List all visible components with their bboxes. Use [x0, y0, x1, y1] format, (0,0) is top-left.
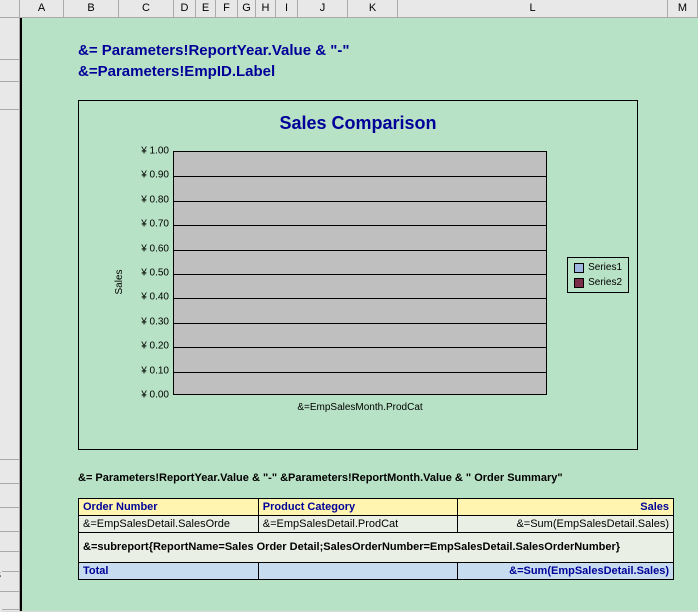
col-header-product-category[interactable]: Product Category [258, 499, 458, 516]
chart-gridline [174, 250, 546, 251]
row-header[interactable] [0, 552, 19, 572]
legend-entry: Series2 [574, 277, 622, 288]
legend-swatch-icon [574, 278, 584, 288]
row-headers [0, 18, 20, 611]
chart-title: Sales Comparison [79, 101, 637, 142]
chart-y-axis-label: Sales [114, 269, 125, 294]
row-header[interactable] [0, 460, 19, 484]
row-header[interactable] [0, 592, 19, 610]
chart-y-tick-label: ¥ 0.30 [125, 316, 169, 327]
column-header[interactable]: J [298, 0, 348, 17]
spreadsheet-frame: ABCDEFGHIJKLM &= Parameters!ReportYear.V… [0, 0, 698, 611]
chart-gridline [174, 274, 546, 275]
column-header[interactable]: M [668, 0, 698, 17]
row-header[interactable] [0, 572, 19, 592]
sheet-canvas[interactable]: &= Parameters!ReportYear.Value & "-" &=P… [20, 18, 698, 611]
column-header[interactable]: D [174, 0, 196, 17]
table-total-row[interactable]: Total &=Sum(EmpSalesDetail.Sales) [79, 563, 674, 580]
column-header[interactable]: G [238, 0, 256, 17]
legend-entry: Series1 [574, 262, 622, 273]
row-header[interactable] [0, 532, 19, 552]
cell-subreport-expr[interactable]: &=subreport{ReportName=Sales Order Detai… [79, 533, 674, 563]
report-title-line-1: &= Parameters!ReportYear.Value & "-" [78, 42, 698, 59]
column-header[interactable]: A [20, 0, 64, 17]
column-headers: ABCDEFGHIJKLM [20, 0, 698, 18]
chart-y-tick-label: ¥ 1.00 [125, 146, 169, 157]
chart-gridline [174, 298, 546, 299]
chart-plot-area [173, 151, 547, 395]
chart-body: Sales ¥ 1.00¥ 0.90¥ 0.80¥ 0.70¥ 0.60¥ 0.… [101, 151, 547, 413]
row-header[interactable] [0, 60, 19, 82]
table-row[interactable]: &=EmpSalesDetail.SalesOrde &=EmpSalesDet… [79, 516, 674, 533]
column-header[interactable]: F [216, 0, 238, 17]
row-header[interactable] [0, 110, 19, 460]
row-header[interactable] [0, 18, 19, 60]
chart-y-tick-label: ¥ 0.70 [125, 219, 169, 230]
col-header-sales[interactable]: Sales [458, 499, 674, 516]
chart-y-tick-label: ¥ 0.60 [125, 243, 169, 254]
chart-y-tick-label: ¥ 0.10 [125, 365, 169, 376]
row-header[interactable] [0, 508, 19, 532]
cell-total-label[interactable]: Total [79, 563, 259, 580]
column-header[interactable]: C [119, 0, 174, 17]
chart-gridline [174, 372, 546, 373]
chart-container[interactable]: Sales Comparison Sales ¥ 1.00 ¥ 0.90 ¥ 0.8… [78, 100, 638, 450]
chart-gridline [174, 323, 546, 324]
chart-legend: Series1 Series2 [567, 257, 629, 293]
cell-sales[interactable]: &=Sum(EmpSalesDetail.Sales) [458, 516, 674, 533]
column-header[interactable]: L [398, 0, 668, 17]
chart-gridline [174, 347, 546, 348]
chart-gridline [174, 176, 546, 177]
row-header[interactable] [0, 484, 19, 508]
row-header[interactable] [0, 82, 19, 110]
select-all-corner[interactable] [0, 0, 20, 18]
report-page: &= Parameters!ReportYear.Value & "-" &=P… [20, 18, 698, 611]
legend-label: Series2 [588, 277, 622, 288]
cell-total-blank[interactable] [258, 563, 458, 580]
chart-gridline [174, 201, 546, 202]
legend-label: Series1 [588, 262, 622, 273]
summary-expression: &= Parameters!ReportYear.Value & "-" &Pa… [78, 472, 698, 484]
row-label-group: ##group{S [0, 570, 2, 580]
report-table: Order Number Product Category Sales &=Em… [78, 498, 674, 580]
report-title-line-2: &=Parameters!EmpID.Label [78, 63, 698, 80]
chart-y-tick-label: ¥ 0.80 [125, 194, 169, 205]
chart-y-tick-label: ¥ 0.20 [125, 341, 169, 352]
cell-product-category[interactable]: &=EmpSalesDetail.ProdCat [258, 516, 458, 533]
chart-y-tick-label: ¥ 0.00 [125, 390, 169, 401]
table-header-row: Order Number Product Category Sales [79, 499, 674, 516]
chart-x-axis-label: &=EmpSalesMonth.ProdCat [173, 402, 547, 413]
column-header[interactable]: K [348, 0, 398, 17]
column-header[interactable]: I [276, 0, 298, 17]
chart-y-tick-label: ¥ 0.90 [125, 170, 169, 181]
chart-y-tick-label: ¥ 0.50 [125, 268, 169, 279]
col-header-order-number[interactable]: Order Number [79, 499, 259, 516]
column-header[interactable]: B [64, 0, 119, 17]
chart-gridline [174, 225, 546, 226]
table-subreport-row[interactable]: &=subreport{ReportName=Sales Order Detai… [79, 533, 674, 563]
chart-y-tick-label: ¥ 0.40 [125, 292, 169, 303]
column-header[interactable]: E [196, 0, 216, 17]
legend-swatch-icon [574, 263, 584, 273]
column-header[interactable]: H [256, 0, 276, 17]
report-title-block: &= Parameters!ReportYear.Value & "-" &=P… [22, 18, 698, 80]
cell-total-sales[interactable]: &=Sum(EmpSalesDetail.Sales) [458, 563, 674, 580]
cell-order-number[interactable]: &=EmpSalesDetail.SalesOrde [79, 516, 259, 533]
